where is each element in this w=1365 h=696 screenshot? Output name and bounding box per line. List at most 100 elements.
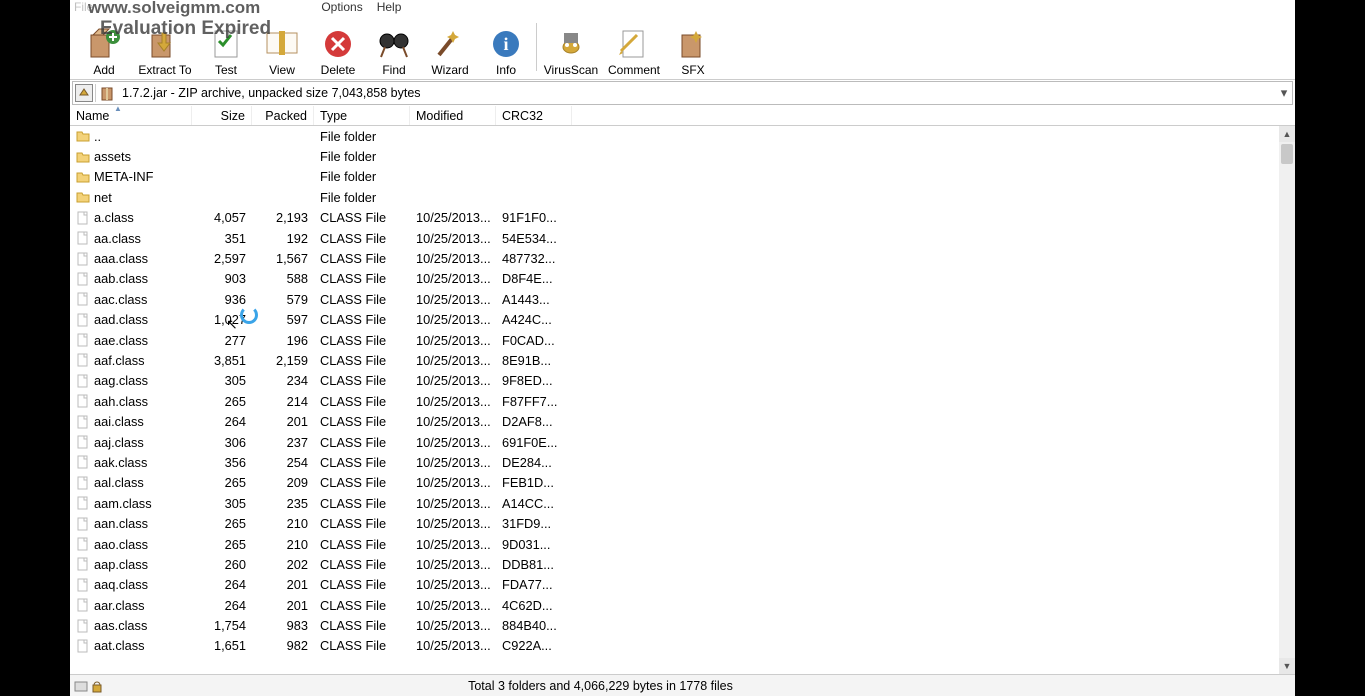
table-row[interactable]: aas.class1,754983CLASS File10/25/2013...… — [70, 615, 1279, 635]
file-packed: 597 — [252, 312, 314, 327]
view-button[interactable]: View — [254, 17, 310, 77]
info-button[interactable]: i Info — [478, 17, 534, 77]
file-modified: 10/25/2013... — [410, 537, 496, 552]
table-row[interactable]: aaa.class2,5971,567CLASS File10/25/2013.… — [70, 248, 1279, 268]
table-row[interactable]: aab.class903588CLASS File10/25/2013...D8… — [70, 269, 1279, 289]
file-type: CLASS File — [314, 312, 410, 327]
table-row[interactable]: aak.class356254CLASS File10/25/2013...DE… — [70, 452, 1279, 472]
address-text[interactable]: 1.7.2.jar - ZIP archive, unpacked size 7… — [120, 86, 1276, 100]
file-crc: A424C... — [496, 312, 572, 327]
table-row[interactable]: aam.class305235CLASS File10/25/2013...A1… — [70, 493, 1279, 513]
table-row[interactable]: aa.class351192CLASS File10/25/2013...54E… — [70, 228, 1279, 248]
col-type[interactable]: Type — [314, 106, 410, 125]
test-icon — [209, 27, 243, 61]
file-modified: 10/25/2013... — [410, 394, 496, 409]
file-crc: D8F4E... — [496, 271, 572, 286]
scroll-up-icon[interactable]: ▲ — [1279, 126, 1295, 142]
menu-options[interactable]: Options — [321, 0, 362, 14]
table-row[interactable]: aao.class265210CLASS File10/25/2013...9D… — [70, 534, 1279, 554]
col-size[interactable]: Size — [192, 106, 252, 125]
table-row[interactable]: aap.class260202CLASS File10/25/2013...DD… — [70, 554, 1279, 574]
table-row[interactable]: assetsFile folder — [70, 146, 1279, 166]
table-row[interactable]: aai.class264201CLASS File10/25/2013...D2… — [70, 411, 1279, 431]
file-name: aae.class — [94, 333, 148, 348]
file-type: CLASS File — [314, 394, 410, 409]
file-name: aal.class — [94, 475, 144, 490]
table-row[interactable]: aae.class277196CLASS File10/25/2013...F0… — [70, 330, 1279, 350]
file-crc: C922A... — [496, 638, 572, 653]
table-row[interactable]: aac.class936579CLASS File10/25/2013...A1… — [70, 289, 1279, 309]
table-row[interactable]: META-INFFile folder — [70, 167, 1279, 187]
comment-icon — [617, 27, 651, 61]
extract-button[interactable]: Extract To — [132, 17, 198, 77]
file-type: CLASS File — [314, 292, 410, 307]
file-name: aaq.class — [94, 577, 148, 592]
file-name: net — [94, 190, 112, 205]
file-crc: 691F0E... — [496, 435, 572, 450]
file-type: CLASS File — [314, 557, 410, 572]
comment-button[interactable]: Comment — [603, 17, 665, 77]
file-packed: 210 — [252, 516, 314, 531]
table-row[interactable]: aar.class264201CLASS File10/25/2013...4C… — [70, 595, 1279, 615]
table-row[interactable]: aan.class265210CLASS File10/25/2013...31… — [70, 513, 1279, 533]
file-type: CLASS File — [314, 496, 410, 511]
col-modified[interactable]: Modified — [410, 106, 496, 125]
file-name: aak.class — [94, 455, 147, 470]
file-type: CLASS File — [314, 251, 410, 266]
col-crc[interactable]: CRC32 — [496, 106, 572, 125]
folder-icon — [76, 170, 90, 184]
file-size: 4,057 — [192, 210, 252, 225]
col-name[interactable]: Name▲ — [70, 106, 192, 125]
menu-file[interactable]: File — [74, 0, 93, 14]
file-packed: 201 — [252, 598, 314, 613]
file-packed: 254 — [252, 455, 314, 470]
address-dropdown[interactable]: ▾ — [1276, 85, 1292, 101]
scroll-thumb[interactable] — [1281, 144, 1293, 164]
file-type: CLASS File — [314, 537, 410, 552]
file-modified: 10/25/2013... — [410, 333, 496, 348]
file-list: ..File folderassetsFile folderMETA-INFFi… — [70, 126, 1295, 674]
file-icon — [76, 435, 90, 449]
file-type: CLASS File — [314, 435, 410, 450]
wizard-button[interactable]: Wizard — [422, 17, 478, 77]
file-size: 277 — [192, 333, 252, 348]
status-text: Total 3 folders and 4,066,229 bytes in 1… — [106, 679, 1295, 693]
virusscan-button[interactable]: VirusScan — [539, 17, 603, 77]
table-row[interactable]: aat.class1,651982CLASS File10/25/2013...… — [70, 636, 1279, 656]
add-button[interactable]: Add — [76, 17, 132, 77]
file-name: aas.class — [94, 618, 147, 633]
sfx-button[interactable]: SFX — [665, 17, 721, 77]
table-row[interactable]: netFile folder — [70, 187, 1279, 207]
file-packed: 210 — [252, 537, 314, 552]
file-type: CLASS File — [314, 373, 410, 388]
file-crc: A1443... — [496, 292, 572, 307]
file-type: CLASS File — [314, 455, 410, 470]
menu-help[interactable]: Help — [377, 0, 402, 14]
table-row[interactable]: a.class4,0572,193CLASS File10/25/2013...… — [70, 208, 1279, 228]
test-button[interactable]: Test — [198, 17, 254, 77]
file-name: aap.class — [94, 557, 148, 572]
file-icon — [76, 598, 90, 612]
file-name: aab.class — [94, 271, 148, 286]
file-modified: 10/25/2013... — [410, 455, 496, 470]
table-row[interactable]: aag.class305234CLASS File10/25/2013...9F… — [70, 371, 1279, 391]
table-row[interactable]: aah.class265214CLASS File10/25/2013...F8… — [70, 391, 1279, 411]
file-type: CLASS File — [314, 271, 410, 286]
table-row[interactable]: ..File folder — [70, 126, 1279, 146]
file-size: 265 — [192, 537, 252, 552]
scroll-down-icon[interactable]: ▼ — [1279, 658, 1295, 674]
info-icon: i — [489, 27, 523, 61]
table-row[interactable]: aaj.class306237CLASS File10/25/2013...69… — [70, 432, 1279, 452]
col-packed[interactable]: Packed — [252, 106, 314, 125]
file-icon — [76, 537, 90, 551]
vertical-scrollbar[interactable]: ▲ ▼ — [1279, 126, 1295, 674]
up-button[interactable] — [75, 84, 93, 102]
table-row[interactable]: aad.class1,027597CLASS File10/25/2013...… — [70, 310, 1279, 330]
table-row[interactable]: aaf.class3,8512,159CLASS File10/25/2013.… — [70, 350, 1279, 370]
file-icon — [76, 252, 90, 266]
find-button[interactable]: Find — [366, 17, 422, 77]
table-row[interactable]: aal.class265209CLASS File10/25/2013...FE… — [70, 473, 1279, 493]
delete-button[interactable]: Delete — [310, 17, 366, 77]
table-row[interactable]: aaq.class264201CLASS File10/25/2013...FD… — [70, 575, 1279, 595]
file-packed: 579 — [252, 292, 314, 307]
